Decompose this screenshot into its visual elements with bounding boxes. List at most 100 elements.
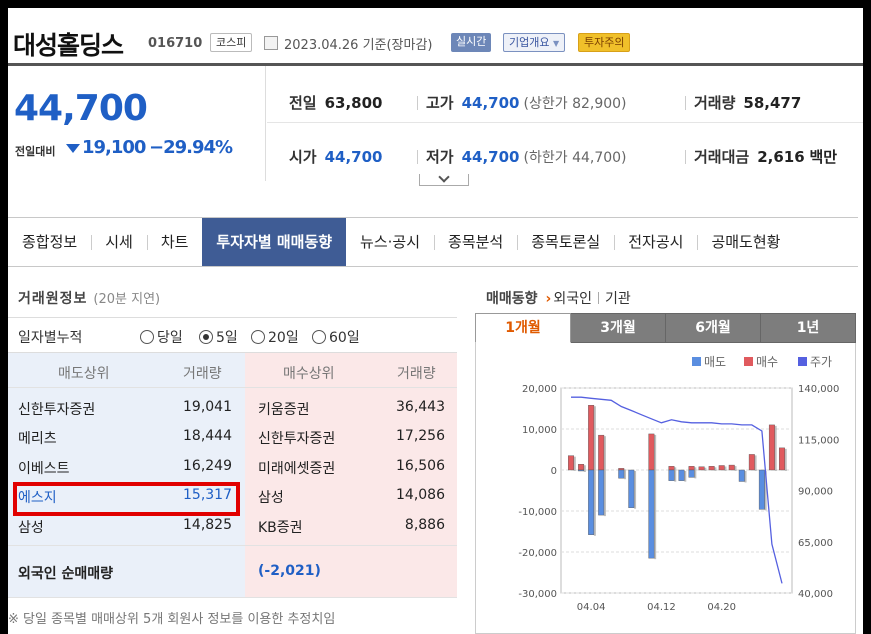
- chevron-down-icon: [438, 171, 450, 183]
- legend-swatch: [692, 357, 701, 366]
- foreign-net-label: 외국인 순매매량: [18, 566, 114, 582]
- sell-bar-shadow: [603, 471, 606, 517]
- radio-circle: [251, 330, 265, 344]
- sell-volume: 16,249: [183, 458, 232, 474]
- legend-label: 매수: [756, 355, 778, 369]
- header-buy-volume: 거래량: [397, 366, 436, 382]
- tab-disclosure[interactable]: 전자공시: [614, 218, 697, 266]
- buy-bar: [748, 454, 755, 471]
- sell-bar: [668, 469, 675, 481]
- option-foreign[interactable]: 외국인: [546, 291, 592, 307]
- company-info-dropdown[interactable]: 기업개요 ▼: [503, 33, 566, 52]
- realtime-button[interactable]: 실시간: [451, 33, 492, 52]
- buy-bar: [648, 433, 655, 471]
- tab-overview[interactable]: 종합정보: [8, 218, 91, 266]
- table-divider: [8, 597, 457, 598]
- trend-chart-box: 매도 매수 주가 20,000 10,000 0 -10,000 -20,000 -30,00…: [475, 343, 856, 634]
- radio-5days[interactable]: 5일: [199, 327, 238, 347]
- base-date: 2023.04.26 기준(장마감): [284, 38, 433, 53]
- stat-trade-amount: 거래대금 2,616 백만: [685, 146, 837, 167]
- y-right-tick-label: 65,000: [798, 538, 833, 549]
- sell-bar: [628, 469, 635, 508]
- stat-value: 44,700: [461, 148, 520, 166]
- radio-label: 20일: [268, 330, 299, 346]
- sell-bar-shadow: [694, 471, 697, 479]
- buy-bar: [698, 466, 705, 471]
- buy-bar: [578, 464, 585, 471]
- foreign-net-value: (-2,021): [258, 563, 321, 579]
- radio-20days[interactable]: 20일: [251, 327, 299, 347]
- upper-limit-value: 82,900): [572, 96, 627, 112]
- stat-label: 거래량: [694, 94, 736, 112]
- trend-title: 매매동향 외국인 기관: [486, 288, 631, 308]
- buy-bar-shadow: [573, 456, 576, 471]
- stock-code: 016710: [148, 36, 203, 51]
- radio-60days[interactable]: 60일: [312, 327, 360, 347]
- buy-bar-shadow: [603, 436, 606, 471]
- buy-bar-shadow: [784, 448, 787, 471]
- stat-label: 시가: [289, 148, 317, 166]
- sell-bar: [598, 469, 605, 516]
- buy-bar: [688, 466, 695, 471]
- trend-heading: 매매동향: [486, 291, 538, 307]
- period-tab-1y[interactable]: 1년: [761, 313, 856, 343]
- lower-limit: (하한가 44,700): [524, 150, 627, 166]
- price-change-pct: −29.94%: [149, 137, 233, 158]
- divider: [417, 150, 418, 164]
- buy-bar: [728, 464, 735, 471]
- y-left-tick-label: 0: [551, 466, 557, 477]
- buy-bar-shadow: [734, 466, 737, 471]
- legend-swatch: [798, 357, 807, 366]
- radio-label: 5일: [216, 330, 238, 346]
- buy-volume: 8,886: [404, 517, 445, 533]
- radio-today[interactable]: 당일: [140, 327, 183, 347]
- stat-open: 시가 44,700: [289, 146, 383, 167]
- tab-quotes[interactable]: 시세: [91, 218, 147, 266]
- change-label: 전일대비: [15, 145, 56, 158]
- buy-broker: 삼성: [258, 490, 284, 506]
- tab-analysis[interactable]: 종목분석: [434, 218, 517, 266]
- period-selector: 일자별누적 당일 5일 20일 60일: [8, 317, 457, 353]
- radio-label: 60일: [329, 330, 360, 346]
- stats-divider: [267, 122, 863, 123]
- company-info-label: 기업개요: [509, 36, 550, 49]
- buy-bar: [568, 455, 575, 471]
- buy-broker: KB증권: [258, 520, 303, 536]
- stat-value: 44,700: [461, 94, 520, 112]
- sell-bar: [588, 469, 595, 535]
- tab-short-selling[interactable]: 공매도현황: [697, 218, 794, 266]
- tab-news[interactable]: 뉴스·공시: [346, 218, 434, 266]
- y-left-tick-label: 20,000: [522, 384, 557, 395]
- sell-bar-shadow: [624, 471, 627, 480]
- buy-bar-shadow: [624, 469, 627, 471]
- stat-low: 저가 44,700 (하한가 44,700): [417, 146, 627, 167]
- trend-chart: 매도 매수 주가 20,000 10,000 0 -10,000 -20,000 -30,00…: [518, 355, 839, 613]
- expand-toggle-button[interactable]: [419, 171, 469, 186]
- buy-bar-shadow: [654, 434, 657, 471]
- tab-investor-trading[interactable]: 투자자별 매매동향: [202, 218, 347, 266]
- table-divider: [8, 387, 457, 388]
- trade-info-title: 거래원정보 (20분 지연): [18, 288, 160, 308]
- period-tab-3m[interactable]: 3개월: [571, 313, 666, 343]
- sell-bar-shadow: [744, 471, 747, 483]
- sell-broker: 이베스트: [18, 461, 70, 477]
- chevron-down-icon: ▼: [552, 39, 560, 48]
- down-arrow-icon: [66, 144, 80, 153]
- sell-bar-shadow: [634, 471, 637, 509]
- stat-high: 고가 44,700 (상한가 82,900): [417, 92, 627, 113]
- stat-label: 전일: [289, 94, 317, 112]
- option-institution[interactable]: 기관: [605, 291, 631, 307]
- buy-bar-shadow: [774, 425, 777, 471]
- period-tab-1m[interactable]: 1개월: [475, 313, 571, 343]
- radio-circle: [140, 330, 154, 344]
- period-tab-6m[interactable]: 6개월: [666, 313, 761, 343]
- tab-discussion[interactable]: 종목토론실: [517, 218, 614, 266]
- sell-bar-shadow: [684, 471, 687, 482]
- stat-value: 2,616: [757, 148, 805, 166]
- buy-bar-shadow: [754, 455, 757, 471]
- tab-chart[interactable]: 차트: [146, 218, 203, 266]
- buy-bar-shadow: [674, 467, 677, 471]
- delay-note: (20분 지연): [93, 292, 161, 307]
- stat-prev-close: 전일 63,800: [289, 92, 383, 113]
- current-price: 44,700: [14, 88, 148, 129]
